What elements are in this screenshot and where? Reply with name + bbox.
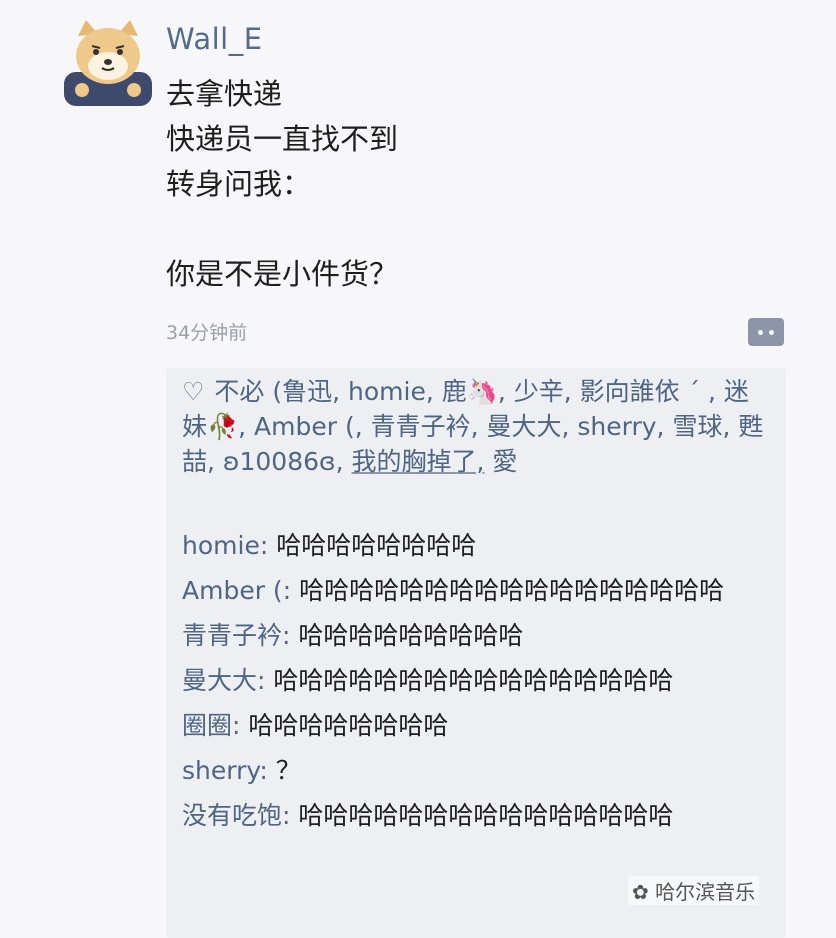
comment-author[interactable]: 没有吃饱 [182, 801, 282, 830]
comment-author[interactable]: 青青子衿 [182, 621, 282, 650]
comment-text: 哈哈哈哈哈哈哈哈哈哈哈哈哈哈哈哈 [273, 666, 674, 695]
post-line: 快递员一直找不到 [166, 122, 399, 156]
post-line: 转身问我： [166, 167, 312, 201]
comment-item[interactable]: homie: 哈哈哈哈哈哈哈哈 [182, 528, 772, 563]
post-line [166, 207, 786, 252]
user-avatar[interactable] [62, 18, 154, 106]
comment-author[interactable]: 圈圈 [182, 711, 232, 740]
watermark-text: 哈尔滨音乐 [655, 880, 756, 904]
comment-item[interactable]: sherry: ？ [182, 753, 772, 788]
post-content: 去拿快递 快递员一直找不到 转身问我： 你是不是小件货？ [166, 72, 786, 297]
comment-author[interactable]: Amber ( [182, 576, 283, 605]
comment-text: ？ [275, 756, 301, 785]
comment-text: 哈哈哈哈哈哈哈哈哈哈哈哈哈哈哈哈哈 [299, 576, 725, 605]
post-timestamp: 34分钟前 [166, 322, 248, 344]
post-line: 去拿快递 [166, 77, 283, 111]
comment-item[interactable]: Amber (: 哈哈哈哈哈哈哈哈哈哈哈哈哈哈哈哈哈 [182, 573, 772, 608]
post-line: 你是不是小件货？ [166, 257, 399, 291]
comment-author[interactable]: homie [182, 531, 260, 560]
likes-tail[interactable]: 愛 [484, 447, 517, 476]
comment-author[interactable]: 曼大大 [182, 666, 257, 695]
comment-item[interactable]: 青青子衿: 哈哈哈哈哈哈哈哈哈 [182, 618, 772, 653]
comment-text: 哈哈哈哈哈哈哈哈 [276, 531, 477, 560]
watermark: ✿ 哈尔滨音乐 [628, 876, 760, 905]
likes-name-underlined[interactable]: 我的胸掉了, [352, 447, 485, 476]
comment-text: 哈哈哈哈哈哈哈哈哈 [298, 621, 524, 650]
wechat-icon: ✿ [632, 880, 649, 904]
shiba-avatar-icon [64, 20, 152, 106]
post-username[interactable]: Wall_E [166, 22, 263, 56]
comment-text: 哈哈哈哈哈哈哈哈哈哈哈哈哈哈哈 [298, 801, 674, 830]
comment-item[interactable]: 没有吃饱: 哈哈哈哈哈哈哈哈哈哈哈哈哈哈哈 [182, 798, 772, 833]
comment-text: 哈哈哈哈哈哈哈哈 [248, 711, 449, 740]
heart-icon: ♡ [182, 377, 205, 406]
comment-item[interactable]: 曼大大: 哈哈哈哈哈哈哈哈哈哈哈哈哈哈哈哈 [182, 663, 772, 698]
comments-list: homie: 哈哈哈哈哈哈哈哈 Amber (: 哈哈哈哈哈哈哈哈哈哈哈哈哈哈哈… [182, 528, 772, 843]
likes-list: ♡ 不必 (鲁迅, homie, 鹿🦄, 少辛, 影向誰依 ˊ , 迷妹🥀, Am… [182, 374, 772, 479]
comment-item[interactable]: 圈圈: 哈哈哈哈哈哈哈哈 [182, 708, 772, 743]
dots-icon [758, 330, 763, 335]
comment-section: ♡ 不必 (鲁迅, homie, 鹿🦄, 少辛, 影向誰依 ˊ , 迷妹🥀, Am… [166, 368, 786, 938]
comment-author[interactable]: sherry [182, 756, 259, 785]
dots-icon [769, 330, 774, 335]
comment-menu-button[interactable] [748, 318, 784, 346]
